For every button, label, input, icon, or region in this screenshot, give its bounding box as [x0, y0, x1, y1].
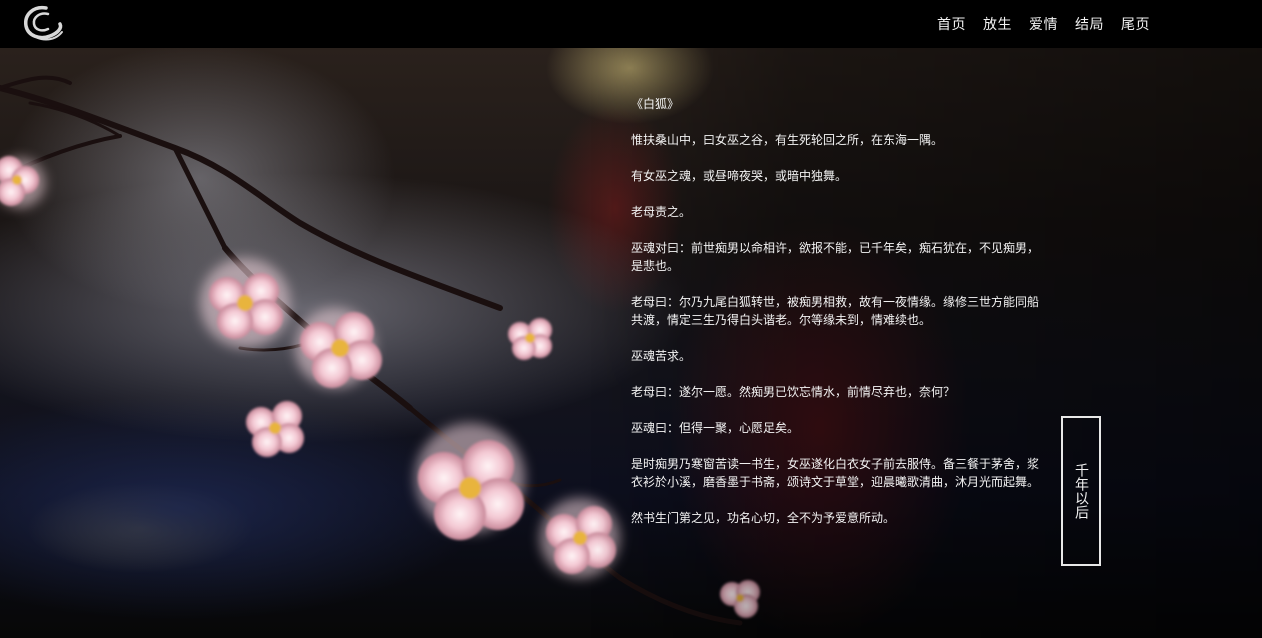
- story-paragraph: 巫魂对曰：前世痴男以命相许，欲报不能，已千年矣，痴石犹在，不见痴男，是悲也。: [631, 241, 1040, 273]
- story-paragraph: 是时痴男乃寒窗苦读一书生，女巫遂化白衣女子前去服侍。备三餐于茅舍，浆衣衫於小溪，…: [631, 457, 1040, 489]
- swirl-logo-icon[interactable]: [18, 2, 66, 46]
- nav-link-release[interactable]: 放生: [983, 14, 1012, 34]
- story-paragraph: 然书生门第之见，功名心切，全不为予爱意所动。: [631, 511, 896, 525]
- nav-link-love[interactable]: 爱情: [1029, 14, 1058, 34]
- story-paragraph: 巫魂苦求。: [631, 349, 692, 363]
- main-nav: 首页 放生 爱情 结局 尾页: [930, 0, 1167, 48]
- nav-link-home[interactable]: 首页: [937, 14, 966, 34]
- story-paragraph: 老母责之。: [631, 205, 692, 219]
- page: 首页 放生 爱情 结局 尾页 《白狐》 惟扶桑山中，曰女巫之谷，有生死轮回之所，…: [0, 0, 1262, 638]
- story-title: 《白狐》: [631, 97, 680, 111]
- next-chapter-button[interactable]: 千年以后: [1061, 416, 1101, 566]
- story-paragraph: 惟扶桑山中，曰女巫之谷，有生死轮回之所，在东海一隅。: [631, 133, 944, 147]
- story-paragraph: 老母曰：尔乃九尾白狐转世，被痴男相救，故有一夜情缘。缘修三世方能同船共渡，情定三…: [631, 295, 1040, 327]
- nav-link-ending[interactable]: 结局: [1075, 14, 1104, 34]
- story-paragraph: 有女巫之魂，或昼啼夜哭，或暗中独舞。: [631, 169, 848, 183]
- nav-link-last-page[interactable]: 尾页: [1121, 14, 1150, 34]
- story-paragraph: 巫魂曰：但得一聚，心愿足矣。: [631, 421, 800, 435]
- story-article: 《白狐》 惟扶桑山中，曰女巫之谷，有生死轮回之所，在东海一隅。 有女巫之魂，或昼…: [631, 95, 1041, 545]
- top-navigation-bar: 首页 放生 爱情 结局 尾页: [0, 0, 1262, 48]
- story-paragraph: 老母曰：遂尔一愿。然痴男已饮忘情水，前情尽弃也，奈何？: [631, 385, 956, 399]
